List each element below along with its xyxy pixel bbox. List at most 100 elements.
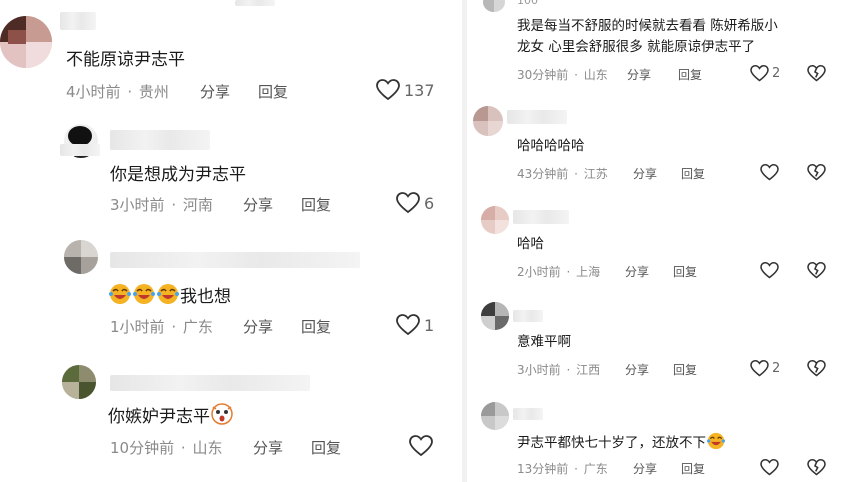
comment-location: 山东	[192, 439, 223, 457]
comment-meta: 4小时前 · 贵州	[66, 81, 169, 102]
heart-icon[interactable]	[376, 79, 400, 101]
heart-icon[interactable]	[760, 164, 779, 181]
reply-button[interactable]: 回复	[681, 165, 705, 182]
comment-list-right: 100 我是每当不舒服的时候就去看看 陈妍希版小 龙女 心里会舒服很多 就能原谅…	[467, 0, 841, 482]
comment-list-left: 不能原谅尹志平 4小时前 · 贵州 分享 回复 137 你是想成为尹志平 3小时…	[0, 0, 462, 482]
avatar[interactable]	[481, 206, 509, 234]
share-button[interactable]: 分享	[633, 165, 657, 182]
meta-separator: ·	[171, 318, 177, 336]
blurred-username	[110, 130, 210, 150]
comment-time: 3小时前	[110, 196, 165, 214]
meta-separator: ·	[566, 265, 571, 279]
share-button[interactable]: 分享	[627, 66, 651, 83]
comment-text-line-2: 龙女 心里会舒服很多 就能原谅伊志平了	[517, 39, 756, 55]
reply-button[interactable]: 回复	[673, 263, 697, 280]
heart-icon[interactable]	[750, 360, 769, 377]
avatar[interactable]	[62, 365, 96, 399]
comment-meta: 10分钟前 · 山东	[110, 437, 222, 458]
laughing-cry-emoji	[133, 284, 155, 304]
share-button[interactable]: 分享	[200, 81, 230, 102]
avatar[interactable]	[481, 302, 509, 330]
avatar[interactable]	[0, 16, 52, 68]
comment-meta: 2小时前 · 上海	[517, 263, 600, 280]
comment-location: 贵州	[138, 83, 169, 101]
laughing-cry-emoji	[109, 284, 131, 304]
comment-location: 山东	[583, 68, 608, 82]
meta-separator: ·	[566, 363, 571, 377]
heart-icon[interactable]	[750, 65, 769, 82]
comment-meta: 1小时前 · 广东	[110, 316, 213, 337]
comment-time: 1小时前	[110, 318, 165, 336]
comment-text-body: 你嫉妒尹志平	[108, 407, 210, 427]
heart-icon[interactable]	[760, 459, 779, 476]
avatar[interactable]	[481, 402, 509, 430]
heart-icon[interactable]	[396, 192, 420, 214]
blurred-username	[513, 210, 569, 224]
blurred-username	[513, 408, 543, 420]
shocked-face-emoji	[211, 403, 233, 425]
share-button[interactable]: 分享	[253, 437, 283, 458]
heart-icon[interactable]	[760, 262, 779, 279]
comment-text: 哈哈哈哈哈	[517, 138, 585, 154]
heart-icon[interactable]	[409, 435, 433, 457]
reply-button[interactable]: 回复	[301, 316, 331, 337]
reply-button[interactable]: 回复	[301, 194, 331, 215]
comment-text: 你嫉妒尹志平	[108, 402, 234, 427]
blurred-username	[513, 310, 543, 322]
comment-time: 4小时前	[66, 83, 121, 101]
broken-heart-icon[interactable]	[807, 65, 826, 82]
comment-location: 江西	[576, 363, 601, 377]
broken-heart-icon[interactable]	[807, 360, 826, 377]
comment-meta: 13分钟前 · 广东	[517, 460, 608, 477]
meta-separator: ·	[127, 83, 133, 101]
comment-location: 江苏	[583, 167, 608, 181]
comment-time: 10分钟前	[110, 439, 175, 457]
meta-separator: ·	[180, 439, 186, 457]
like-count: 2	[772, 361, 781, 376]
comment-meta: 3小时前 · 江西	[517, 361, 600, 378]
comment-time: 13分钟前	[517, 462, 569, 476]
blurred-username	[110, 252, 360, 268]
heart-icon[interactable]	[396, 314, 420, 336]
meta-separator: ·	[171, 196, 177, 214]
comment-item: 你嫉妒尹志平 10分钟前 · 山东 分享 回复	[0, 355, 462, 482]
broken-heart-icon[interactable]	[807, 164, 826, 181]
reply-button[interactable]: 回复	[673, 361, 697, 378]
comment-text-body: 尹志平都快七十岁了，还放不下	[517, 435, 706, 451]
comment-time: 3小时前	[517, 363, 561, 377]
comment-meta: 30分钟前 · 山东	[517, 66, 608, 83]
reply-button[interactable]: 回复	[678, 66, 702, 83]
comment-text: 尹志平都快七十岁了，还放不下	[517, 432, 726, 453]
share-button[interactable]: 分享	[625, 263, 649, 280]
share-button[interactable]: 分享	[633, 460, 657, 477]
share-button[interactable]: 分享	[243, 194, 273, 215]
share-button[interactable]: 分享	[243, 316, 273, 337]
comment-item: 尹志平都快七十岁了，还放不下 13分钟前 · 广东 分享 回复	[467, 392, 841, 482]
comment-text: 不能原谅尹志平	[66, 50, 185, 70]
comment-item: 你是想成为尹志平 3小时前 · 河南 分享 回复 6	[0, 110, 462, 220]
comment-text: 意难平啊	[517, 334, 571, 350]
avatar[interactable]	[473, 106, 503, 136]
like-count: 2	[772, 66, 781, 81]
reply-button[interactable]: 回复	[681, 460, 705, 477]
avatar[interactable]	[64, 240, 98, 274]
broken-heart-icon[interactable]	[807, 459, 826, 476]
reply-button[interactable]: 回复	[258, 81, 288, 102]
comment-text: 哈哈	[517, 236, 544, 252]
laughing-cry-emoji	[707, 432, 725, 450]
broken-heart-icon[interactable]	[807, 262, 826, 279]
share-button[interactable]: 分享	[625, 361, 649, 378]
blurred-username	[60, 144, 100, 156]
comment-time: 30分钟前	[517, 68, 569, 82]
like-count: 6	[424, 194, 435, 213]
comment-text: 你是想成为尹志平	[110, 165, 246, 185]
meta-separator: ·	[574, 462, 578, 476]
comment-meta: 43分钟前 · 江苏	[517, 165, 608, 182]
comment-location: 上海	[576, 265, 601, 279]
comment-item: 我是每当不舒服的时候就去看看 陈妍希版小 龙女 心里会舒服很多 就能原谅伊志平了…	[467, 0, 841, 96]
like-count: 1	[424, 316, 435, 335]
laughing-cry-emoji	[157, 284, 179, 304]
comment-item: 哈哈哈哈哈 43分钟前 · 江苏 分享 回复	[467, 98, 841, 196]
comment-location: 广东	[583, 462, 608, 476]
reply-button[interactable]: 回复	[311, 437, 341, 458]
